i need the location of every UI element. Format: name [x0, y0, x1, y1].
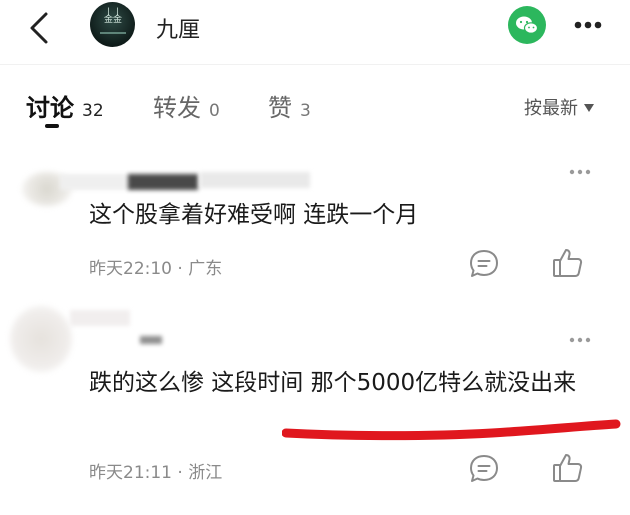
comment-item: 这个股拿着好难受啊 连跌一个月 昨天22:10 · 广东 [0, 150, 630, 290]
comment-item: 跌的这么惨 这段时间 那个5000亿特么就没出来 昨天21:11 · 浙江 [0, 300, 630, 500]
sort-label: 按最新 [524, 98, 578, 119]
reply-button[interactable] [466, 451, 502, 487]
tab-forward[interactable]: 转发 0 [153, 88, 220, 123]
thumbs-up-icon [553, 249, 583, 277]
comment-location: 广东 [188, 259, 223, 279]
comment-text: 这个股拿着好难受啊 连跌一个月 [89, 202, 419, 228]
comment-text: 跌的这么惨 这段时间 那个5000亿特么就没出来 [89, 370, 577, 396]
meta-separator: · [177, 259, 189, 279]
comment-meta: 昨天21:11 · 浙江 [89, 458, 222, 483]
tab-count: 3 [300, 101, 311, 121]
caret-down-icon [584, 104, 594, 112]
back-button[interactable] [20, 8, 60, 48]
more-horizontal-icon [569, 169, 591, 175]
commenter-avatar[interactable] [10, 306, 72, 372]
more-options-button[interactable] [566, 10, 610, 40]
tab-label: 赞 [268, 94, 292, 122]
reply-button[interactable] [466, 246, 502, 282]
comment-more-button[interactable] [562, 162, 602, 182]
tab-label: 讨论 [26, 94, 74, 122]
tab-likes[interactable]: 赞3 [268, 88, 311, 123]
active-tab-indicator [45, 124, 59, 128]
commenter-name-redacted [60, 174, 130, 190]
comment-bubble-icon [470, 455, 498, 482]
tab-count: 32 [82, 101, 104, 121]
comment-bubble-icon [470, 250, 498, 277]
comment-time: 昨天22:10 [89, 259, 172, 279]
red-underline-annotation [282, 419, 621, 441]
wechat-share-button[interactable] [508, 6, 546, 44]
comment-location: 浙江 [188, 463, 223, 483]
commenter-name-redacted [70, 310, 130, 326]
more-horizontal-icon [569, 337, 591, 343]
tab-bar: 讨论 32 转发 0 赞3 按最新 [0, 80, 630, 140]
comment-time: 昨天21:11 [89, 463, 172, 483]
more-horizontal-icon [574, 21, 602, 29]
channel-avatar[interactable]: ⼁⼁ ⾦⾦ [90, 2, 135, 47]
tab-label: 转发 [153, 94, 201, 122]
comment-meta: 昨天22:10 · 广东 [89, 254, 222, 279]
tab-discussion[interactable]: 讨论 32 [26, 88, 104, 123]
comment-more-button[interactable] [562, 330, 602, 350]
header-divider [0, 64, 630, 65]
commenter-name-redacted [140, 336, 162, 344]
like-button[interactable] [549, 244, 587, 282]
avatar-decoration [100, 32, 126, 34]
like-button[interactable] [549, 449, 587, 487]
tab-count: 0 [209, 101, 220, 121]
sort-dropdown[interactable]: 按最新 [524, 94, 594, 120]
commenter-name-redacted [200, 172, 310, 188]
thumbs-up-icon [553, 454, 583, 482]
wechat-icon [516, 16, 539, 34]
avatar-logo-mark: ⼁⼁ ⾦⾦ [103, 8, 122, 25]
meta-separator: · [177, 463, 189, 483]
commenter-name-redacted [128, 174, 198, 190]
chevron-left-icon [30, 12, 48, 44]
top-bar: ⼁⼁ ⾦⾦ 九厘 [0, 0, 630, 64]
channel-title: 九厘 [156, 18, 201, 43]
